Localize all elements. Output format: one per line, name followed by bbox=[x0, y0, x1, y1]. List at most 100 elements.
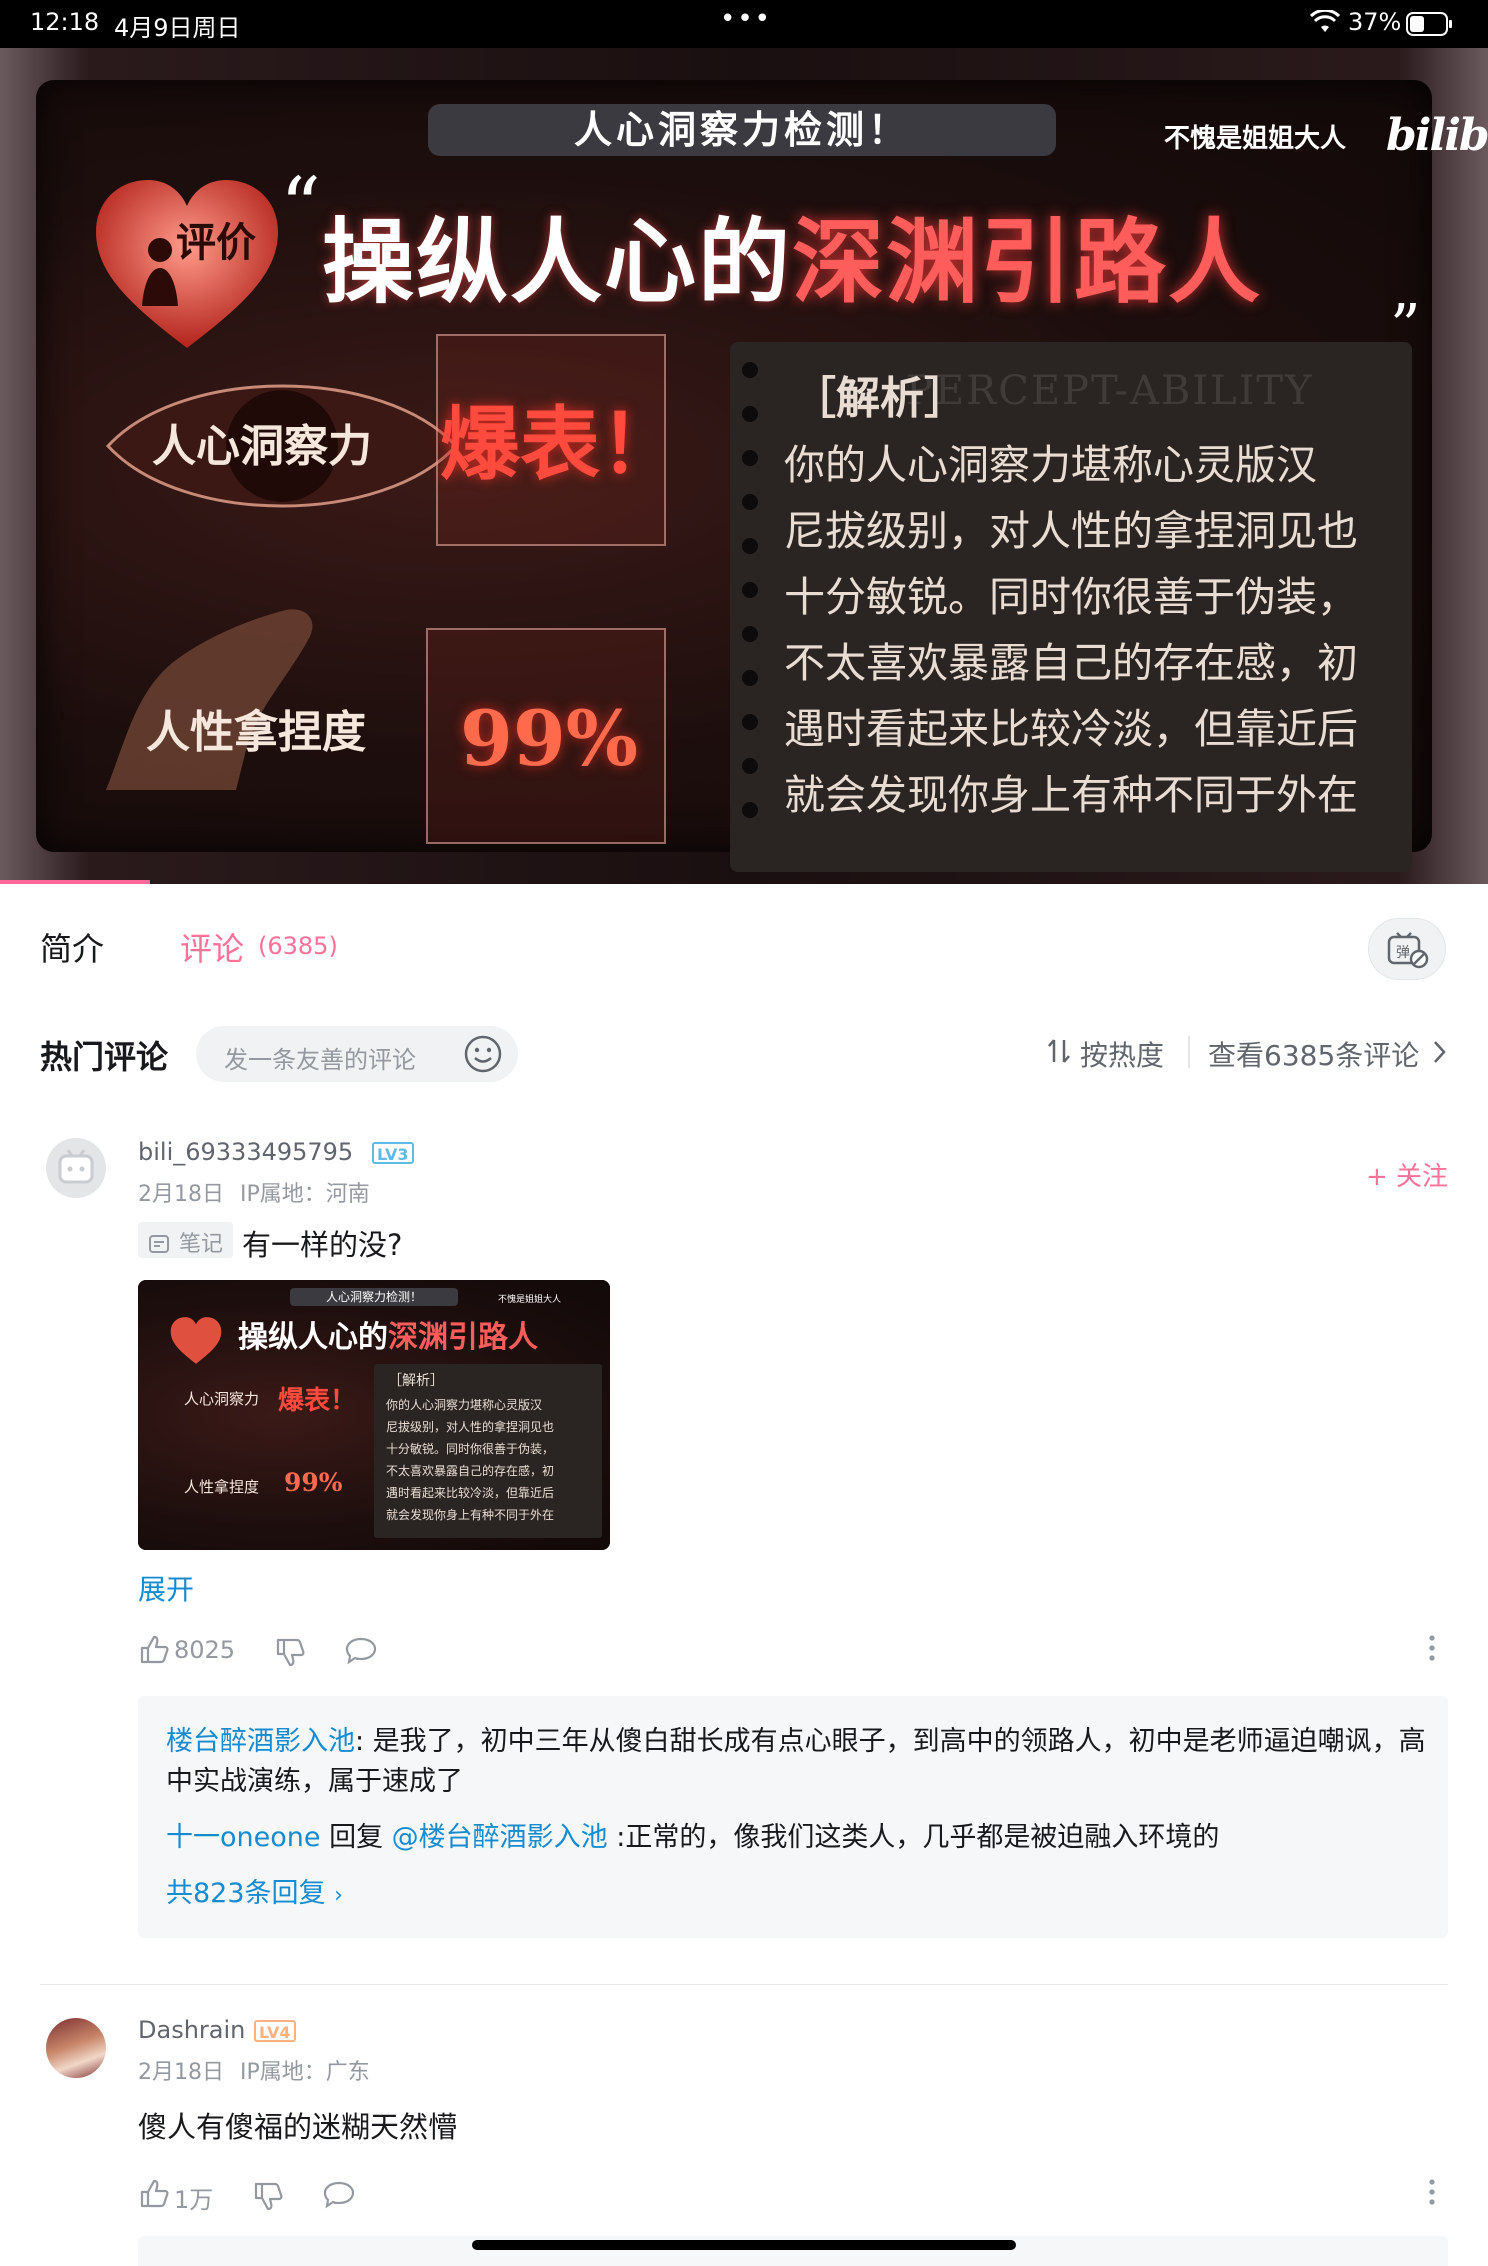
comment-text: 傻人有傻福的迷糊天然懵 bbox=[138, 2110, 458, 2144]
video-badge: 人心洞察力检测！ bbox=[428, 104, 1056, 156]
thumb-creator: 不愧是姐姐大人 bbox=[498, 1295, 562, 1305]
dislike-icon[interactable] bbox=[252, 2180, 284, 2212]
comment-date: 2月18日 bbox=[138, 1182, 224, 1207]
reply-item[interactable]: 楼台醉酒影入池: 是我了，初中三年从傻白甜长成有点心眼子，到高中的领路人，初中是… bbox=[166, 1722, 1426, 1802]
thumb-panel-line: 尼拔级别，对人性的拿捏洞见也 bbox=[386, 1420, 555, 1434]
status-bar: 12:18 4月9日周日 ••• 37% bbox=[0, 0, 1488, 48]
video-headline: 操纵人心的深渊引路人 bbox=[322, 188, 1262, 321]
comment-username[interactable]: bili_69333495795 bbox=[138, 1138, 353, 1166]
reply-icon[interactable] bbox=[322, 2180, 356, 2210]
thumb-panel-line: 不太喜欢暴露自己的存在感，初 bbox=[386, 1464, 555, 1478]
quote-open: “ bbox=[280, 160, 321, 253]
more-icon[interactable] bbox=[1428, 1634, 1436, 1662]
hot-comments-title: 热门评论 bbox=[40, 1038, 169, 1076]
thumb-panel-line: 就会发现你身上有种不同于外在 bbox=[386, 1508, 555, 1522]
tab-bar: 简介 评论 (6385) 弹 bbox=[0, 884, 1488, 1004]
reply-count-link[interactable]: 共823条回复 › bbox=[166, 1874, 343, 1916]
note-icon bbox=[148, 1234, 172, 1256]
thumb-metric2-label: 人性拿捏度 bbox=[184, 1478, 260, 1496]
multitask-dots[interactable]: ••• bbox=[720, 4, 772, 34]
sort-icon bbox=[1046, 1036, 1072, 1066]
reply-count: 共823条回复 bbox=[166, 1878, 326, 1909]
comment-image[interactable]: 人心洞察力检测！ 不愧是姐姐大人 操纵人心的深渊引路人 人心洞察力 爆表！ 人性… bbox=[138, 1280, 610, 1550]
metric1-value: 爆表！ bbox=[440, 397, 680, 491]
thumb-metric2-value: 99% bbox=[284, 1468, 343, 1497]
thumb-panel-title: ［解析］ bbox=[388, 1373, 444, 1389]
reply-username[interactable]: 楼台醉酒影入池 bbox=[166, 1726, 355, 1757]
thumb-metric1-label: 人心洞察力 bbox=[184, 1390, 260, 1408]
sort-button[interactable]: 按热度 bbox=[1080, 1034, 1164, 1074]
home-indicator[interactable] bbox=[472, 2240, 1016, 2250]
reply-text: : 是我了，初中三年从傻白甜长成有点心眼子，到高中的领路人，初中是老师逼迫嘲讽，… bbox=[166, 1726, 1426, 1797]
comment-input[interactable]: 发一条友善的评论 bbox=[196, 1026, 518, 1082]
thumb-metric1-value: 爆表！ bbox=[278, 1386, 357, 1416]
thumb-heart-icon bbox=[168, 1316, 224, 1366]
comment-divider bbox=[40, 1984, 1448, 1985]
chevron-right-icon: › bbox=[334, 1883, 343, 1908]
note-tag-label: 笔记 bbox=[179, 1232, 224, 1257]
like-count: 1万 bbox=[174, 2186, 214, 2214]
hand-icon bbox=[96, 580, 326, 800]
like-icon[interactable] bbox=[138, 2178, 170, 2210]
heart-label: 评价 bbox=[176, 219, 256, 266]
follow-button[interactable]: + 关注 bbox=[1366, 1156, 1448, 1193]
reply-icon[interactable] bbox=[344, 1636, 378, 1666]
status-time: 12:18 bbox=[30, 8, 100, 36]
comment-ip: IP属地：河南 bbox=[240, 1182, 370, 1207]
analysis-panel: ［解析］ PERCEPT-ABILITY 你的人心洞察力堪称心灵版汉 尼拔级别，… bbox=[730, 342, 1412, 872]
like-icon[interactable] bbox=[138, 1634, 170, 1666]
comment-username[interactable]: Dashrain bbox=[138, 2016, 245, 2044]
comment-date: 2月18日 bbox=[138, 2060, 224, 2085]
like-count: 8025 bbox=[174, 1636, 236, 1664]
tab-intro[interactable]: 简介 bbox=[40, 924, 104, 970]
tab-comments-count: (6385) bbox=[258, 932, 338, 960]
svg-text:弹: 弹 bbox=[1396, 945, 1410, 961]
comment-ip: IP属地：广东 bbox=[240, 2060, 370, 2085]
panel-holes bbox=[742, 362, 762, 832]
tab-comments[interactable]: 评论 bbox=[180, 924, 244, 970]
reply-mention[interactable]: @楼台醉酒影入池 bbox=[392, 1822, 608, 1853]
reply-word: 回复 bbox=[320, 1822, 392, 1853]
thumb-panel-line: 遇时看起来比较冷淡，但靠近后 bbox=[386, 1486, 555, 1500]
expand-link[interactable]: 展开 bbox=[138, 1568, 194, 1608]
panel-line: 就会发现你身上有种不同于外在 bbox=[784, 771, 1358, 819]
thumb-headline: 操纵人心的深渊引路人 bbox=[238, 1312, 538, 1356]
panel-line: 十分敏锐。同时你很善于伪装， bbox=[784, 573, 1358, 621]
level-badge: LV3 bbox=[372, 1142, 414, 1164]
reply-item[interactable]: 十一oneone 回复 @楼台醉酒影入池 :正常的，像我们这类人，几乎都是被迫融… bbox=[166, 1818, 1426, 1858]
level-badge: LV4 bbox=[254, 2020, 296, 2042]
dislike-icon[interactable] bbox=[274, 1636, 306, 1668]
thumb-panel: ［解析］ 你的人心洞察力堪称心灵版汉 尼拔级别，对人性的拿捏洞见也 十分敏锐。同… bbox=[374, 1364, 602, 1538]
metric2-value: 99% bbox=[460, 694, 638, 783]
thumb-panel-line: 你的人心洞察力堪称心灵版汉 bbox=[386, 1398, 543, 1412]
headline-part-a: 操纵人心的 bbox=[322, 208, 793, 316]
panel-line: 遇时看起来比较冷淡，但靠近后 bbox=[784, 705, 1358, 753]
reply-text: :正常的，像我们这类人，几乎都是被迫融入环境的 bbox=[607, 1822, 1220, 1853]
thumb-panel-line: 十分敏锐。同时你很善于伪装， bbox=[386, 1442, 555, 1456]
video-player[interactable]: 人心洞察力检测！ 不愧是姐姐大人 bilibili 评价 “ 操纵人心的深渊引路… bbox=[0, 48, 1488, 884]
comment-input-placeholder: 发一条友善的评论 bbox=[224, 1046, 416, 1074]
panel-line: 不太喜欢暴露自己的存在感，初 bbox=[784, 639, 1358, 687]
comment-text: 有一样的没? bbox=[242, 1228, 403, 1262]
danmaku-toggle-button[interactable]: 弹 bbox=[1368, 918, 1446, 980]
avatar[interactable] bbox=[46, 1138, 106, 1198]
thumb-headline-a: 操纵人心的 bbox=[238, 1320, 388, 1355]
metric1-label: 人心洞察力 bbox=[152, 421, 372, 472]
wifi-icon bbox=[1310, 10, 1340, 34]
panel-body: 你的人心洞察力堪称心灵版汉 尼拔级别，对人性的拿捏洞见也 十分敏锐。同时你很善于… bbox=[784, 432, 1394, 828]
chevron-right-icon bbox=[1432, 1038, 1448, 1066]
bilibili-logo: bilibili bbox=[1386, 110, 1488, 161]
thumb-badge: 人心洞察力检测！ bbox=[290, 1288, 458, 1306]
view-all-comments-link[interactable]: 查看6385条评论 bbox=[1208, 1034, 1419, 1074]
metric2-label: 人性拿捏度 bbox=[146, 707, 366, 758]
reply-preview-box[interactable]: 楼台醉酒影入池: 是我了，初中三年从傻白甜长成有点心眼子，到高中的领路人，初中是… bbox=[138, 1696, 1448, 1938]
emoji-icon[interactable] bbox=[464, 1035, 502, 1073]
reply-username[interactable]: 十一oneone bbox=[166, 1822, 321, 1853]
more-icon[interactable] bbox=[1428, 2178, 1436, 2206]
panel-line: 尼拔级别，对人性的拿捏洞见也 bbox=[784, 507, 1358, 555]
panel-watermark: PERCEPT-ABILITY bbox=[906, 368, 1314, 414]
danmaku-off-icon: 弹 bbox=[1387, 931, 1429, 969]
avatar[interactable] bbox=[46, 2018, 106, 2078]
headline-part-b: 深渊引路人 bbox=[792, 208, 1263, 316]
divider bbox=[1188, 1036, 1190, 1068]
